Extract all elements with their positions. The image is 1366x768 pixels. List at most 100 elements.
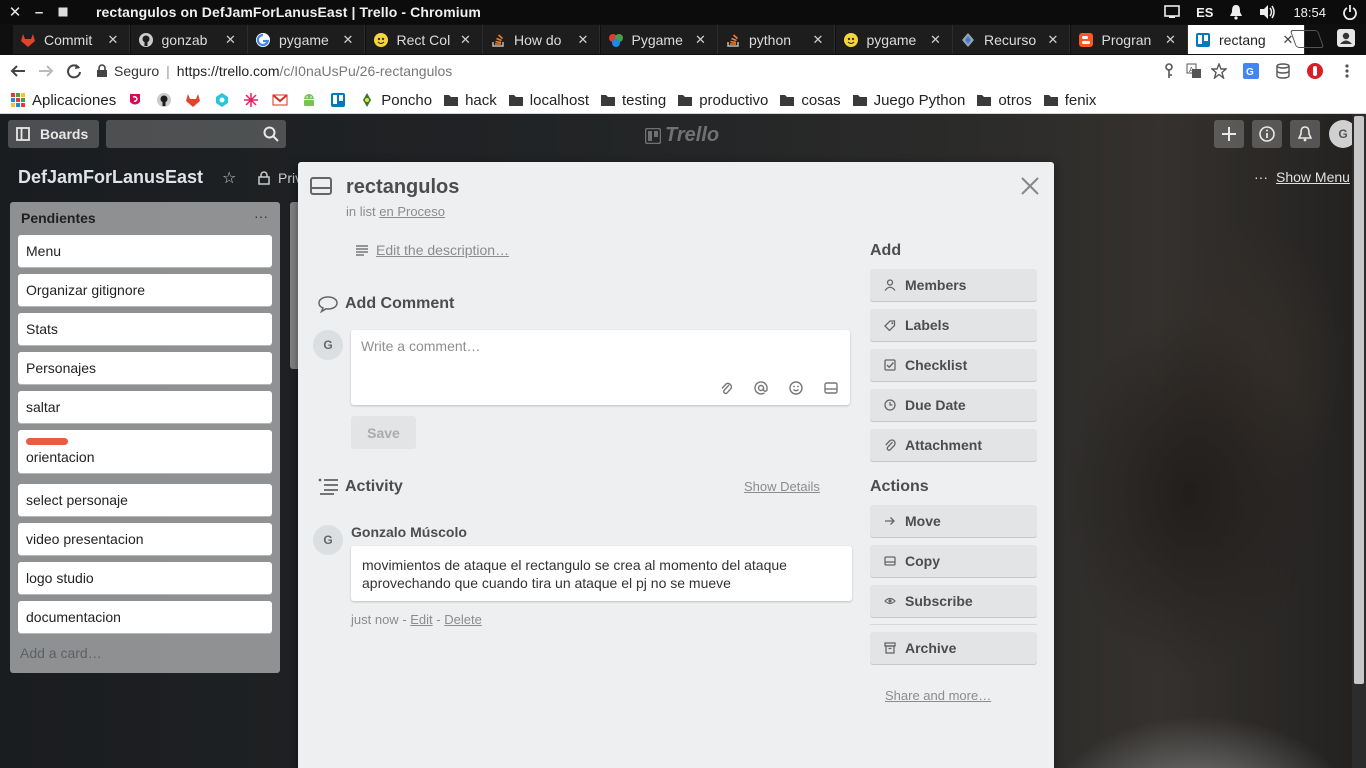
bookmark-item[interactable]: hack <box>443 92 497 109</box>
list-card[interactable]: logo studio <box>18 562 272 594</box>
browser-tab[interactable]: rectang ✕ <box>1188 25 1305 54</box>
tab-close-icon[interactable]: ✕ <box>105 32 121 48</box>
key-icon[interactable] <box>1160 62 1178 80</box>
clock[interactable]: 18:54 <box>1293 5 1326 20</box>
info-button[interactable] <box>1252 120 1282 148</box>
due-date-button[interactable]: Due Date <box>870 389 1037 421</box>
edit-description-link[interactable]: Edit the description… <box>356 242 509 258</box>
bookmark-item[interactable]: otros <box>976 92 1032 109</box>
keyboard-language[interactable]: ES <box>1196 5 1213 20</box>
browser-tab[interactable]: Progran ✕ <box>1070 25 1188 54</box>
back-button[interactable] <box>8 61 28 81</box>
card-title[interactable]: rectangulos <box>346 176 459 199</box>
members-button[interactable]: Members <box>870 269 1037 301</box>
list-card[interactable]: orientacion <box>18 430 272 473</box>
paperclip-icon[interactable] <box>715 379 737 397</box>
list-card[interactable]: Stats <box>18 313 272 345</box>
window-minimize-button[interactable]: – <box>30 3 48 21</box>
window-maximize-button[interactable] <box>54 3 72 21</box>
tab-close-icon[interactable]: ✕ <box>1045 32 1061 48</box>
screen-icon[interactable] <box>1164 5 1180 19</box>
save-comment-button[interactable]: Save <box>351 416 416 449</box>
card-link-icon[interactable] <box>820 379 842 397</box>
labels-button[interactable]: Labels <box>870 309 1037 341</box>
bookmark-star-icon[interactable] <box>1210 62 1228 80</box>
card-label[interactable] <box>26 438 68 445</box>
list-menu-button[interactable]: ··· <box>254 208 268 224</box>
browser-tab[interactable]: Rect Col ✕ <box>365 25 483 54</box>
reload-button[interactable] <box>64 61 84 81</box>
trello-icon[interactable] <box>330 92 346 108</box>
board-title[interactable]: DefJamForLanusEast <box>18 167 203 188</box>
list-card[interactable]: saltar <box>18 391 272 423</box>
database-ext-icon[interactable] <box>1274 62 1292 80</box>
bell-icon[interactable] <box>1229 4 1243 20</box>
red-ext-icon[interactable] <box>1306 62 1324 80</box>
tab-close-icon[interactable]: ✕ <box>575 32 591 48</box>
browser-tab[interactable]: How do ✕ <box>483 25 600 54</box>
gitlab-icon[interactable] <box>185 92 201 108</box>
activity-avatar[interactable]: G <box>313 525 343 555</box>
list-card[interactable]: Menu <box>18 235 272 267</box>
google-translate-ext-icon[interactable]: G <box>1242 62 1260 80</box>
add-card-button[interactable]: Add a card… <box>20 645 102 661</box>
browser-tab[interactable]: Pygame ✕ <box>600 25 718 54</box>
android-icon[interactable] <box>301 92 317 108</box>
move-button[interactable]: Move <box>870 505 1037 537</box>
list-title[interactable]: Pendientes <box>21 210 96 226</box>
subscribe-button[interactable]: Subscribe <box>870 585 1037 617</box>
list-card[interactable]: select personaje <box>18 484 272 516</box>
browser-tab[interactable]: python ✕ <box>718 25 835 54</box>
bookmark-item[interactable]: testing <box>600 92 666 109</box>
tab-close-icon[interactable]: ✕ <box>340 32 356 48</box>
trello-logo[interactable]: Trello <box>645 124 719 147</box>
list-card[interactable]: documentacion <box>18 601 272 633</box>
list-link[interactable]: en Proceso <box>379 204 445 219</box>
copy-button[interactable]: Copy <box>870 545 1037 577</box>
gmail-icon[interactable] <box>272 92 288 108</box>
avatar[interactable]: G <box>313 330 343 360</box>
spark-icon[interactable] <box>243 92 259 108</box>
address-bar[interactable]: Seguro | https://trello.com/c/I0naUsPu/2… <box>96 59 1236 83</box>
power-icon[interactable] <box>1342 4 1358 20</box>
tab-close-icon[interactable]: ✕ <box>928 32 944 48</box>
mention-icon[interactable] <box>750 379 772 397</box>
tab-close-icon[interactable]: ✕ <box>810 32 826 48</box>
github-icon[interactable] <box>156 92 172 108</box>
python-icon[interactable] <box>214 92 230 108</box>
bookmark-item[interactable]: Poncho <box>359 92 432 109</box>
activity-author[interactable]: Gonzalo Múscolo <box>351 524 467 540</box>
share-and-more-link[interactable]: Share and more… <box>885 688 991 703</box>
translate-icon[interactable]: A <box>1185 62 1203 80</box>
browser-tab[interactable]: gonzab ✕ <box>130 25 248 54</box>
bookmark-item[interactable]: fenix <box>1043 92 1096 109</box>
forward-button[interactable] <box>36 61 56 81</box>
delete-comment-link[interactable]: Delete <box>444 612 482 627</box>
browser-tab[interactable]: pygame ✕ <box>248 25 365 54</box>
scrollbar-thumb[interactable] <box>1354 116 1364 684</box>
bookmark-item[interactable]: Juego Python <box>852 92 965 109</box>
browser-tab[interactable]: Commit ✕ <box>13 25 130 54</box>
boards-button[interactable]: Boards <box>8 120 99 148</box>
tab-close-icon[interactable]: ✕ <box>458 32 474 48</box>
list-card[interactable]: Organizar gitignore <box>18 274 272 306</box>
volume-icon[interactable] <box>1259 4 1277 20</box>
window-close-button[interactable]: ✕ <box>6 3 24 21</box>
browser-menu-button[interactable] <box>1338 62 1356 80</box>
debian-icon[interactable] <box>127 92 143 108</box>
archive-button[interactable]: Archive <box>870 632 1037 664</box>
edit-comment-link[interactable]: Edit <box>410 612 432 627</box>
browser-tab[interactable]: pygame ✕ <box>835 25 953 54</box>
list-card[interactable]: Personajes <box>18 352 272 384</box>
bookmark-item[interactable]: cosas <box>779 92 841 109</box>
comment-input[interactable] <box>361 338 831 364</box>
notifications-button[interactable] <box>1290 120 1320 148</box>
tab-close-icon[interactable]: ✕ <box>693 32 709 48</box>
bookmark-item[interactable]: localhost <box>508 92 589 109</box>
bookmark-item[interactable]: Aplicaciones <box>10 92 116 109</box>
new-tab-button[interactable] <box>1289 30 1325 48</box>
close-modal-button[interactable] <box>1018 174 1042 198</box>
show-details-link[interactable]: Show Details <box>744 479 820 494</box>
tab-close-icon[interactable]: ✕ <box>1163 32 1179 48</box>
checklist-button[interactable]: Checklist <box>870 349 1037 381</box>
